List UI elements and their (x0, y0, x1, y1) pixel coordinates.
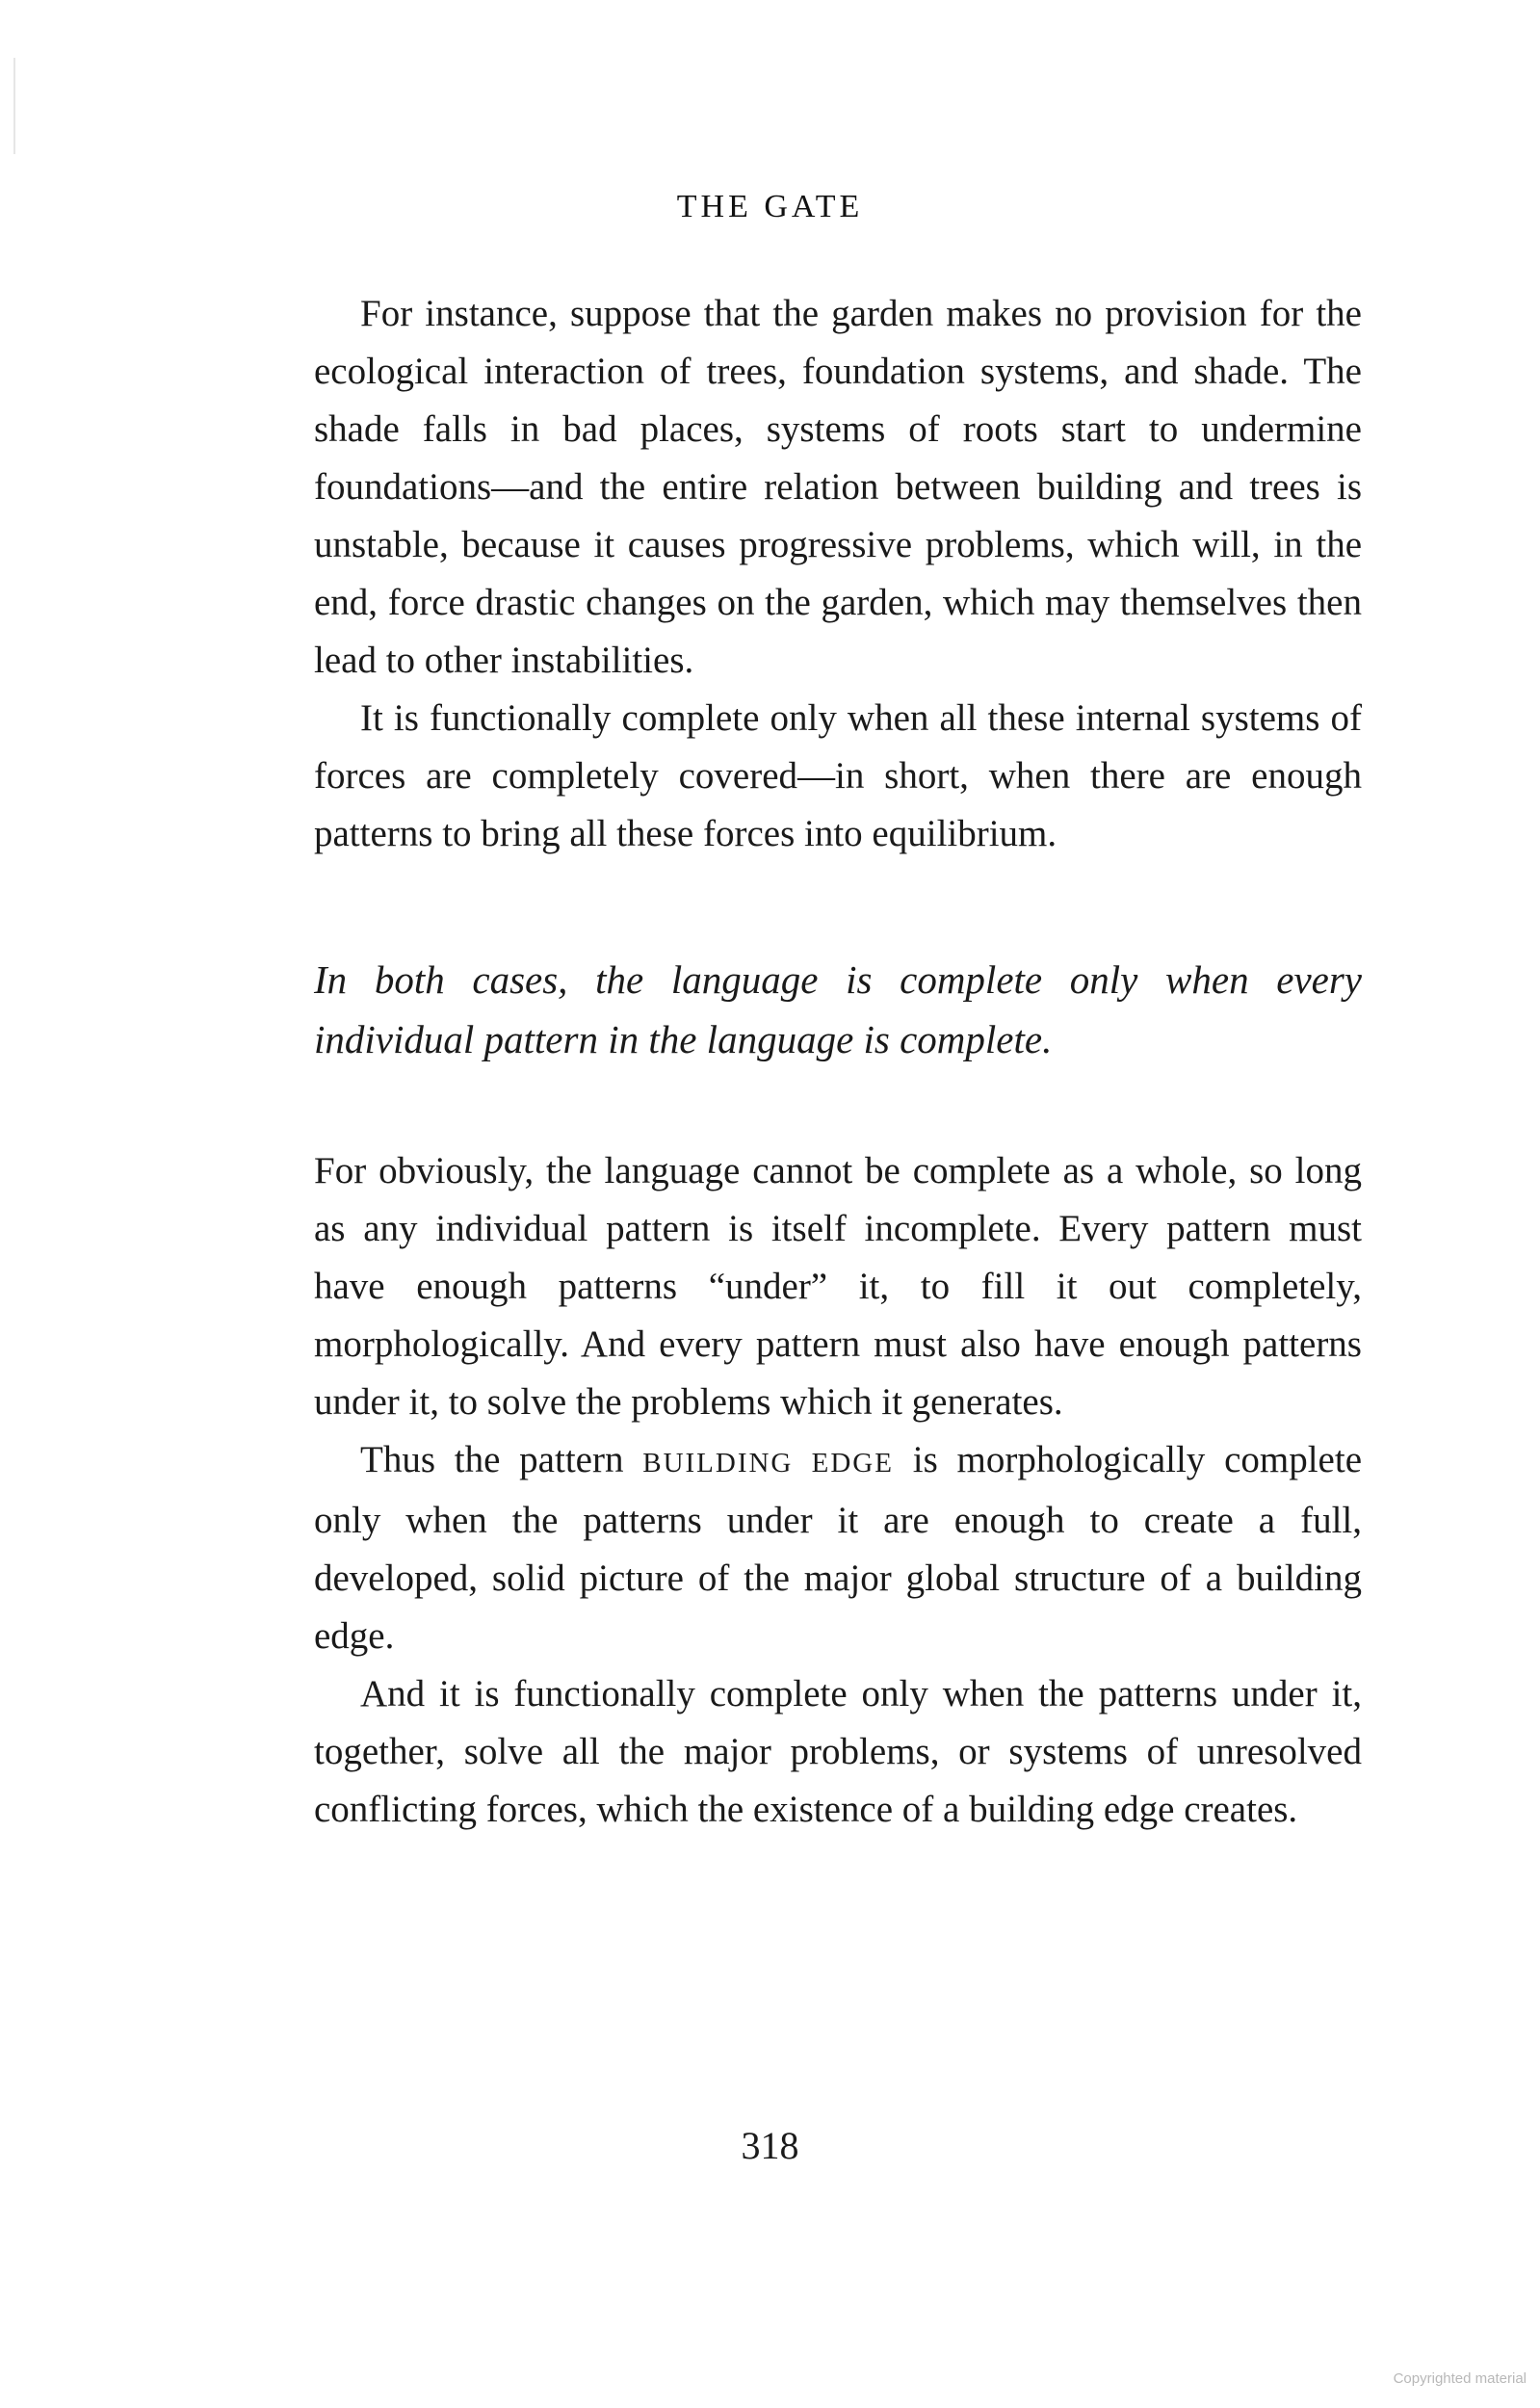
book-page: THE GATE For instance, suppose that the … (0, 0, 1540, 2408)
scan-edge-mark (13, 58, 15, 154)
page-number: 318 (741, 2124, 799, 2167)
paragraph: For instance, suppose that the garden ma… (314, 293, 1362, 681)
pattern-name: BUILDING EDGE (642, 1448, 894, 1479)
paragraph: Thus the pattern BUILDING EDGE is morpho… (314, 1431, 1362, 1665)
summary-statement: In both cases, the language is complete … (314, 957, 1362, 1061)
paragraph: For obviously, the language cannot be co… (314, 1150, 1362, 1423)
running-head: THE GATE (676, 189, 864, 224)
paragraph: And it is functionally complete only whe… (314, 1673, 1362, 1830)
paragraph: It is functionally complete only when al… (314, 697, 1362, 854)
body-text: For instance, suppose that the garden ma… (314, 285, 1362, 1839)
copyright-notice: Copyrighted material (1393, 2370, 1527, 2387)
paragraph-text: Thus the pattern (360, 1439, 643, 1480)
